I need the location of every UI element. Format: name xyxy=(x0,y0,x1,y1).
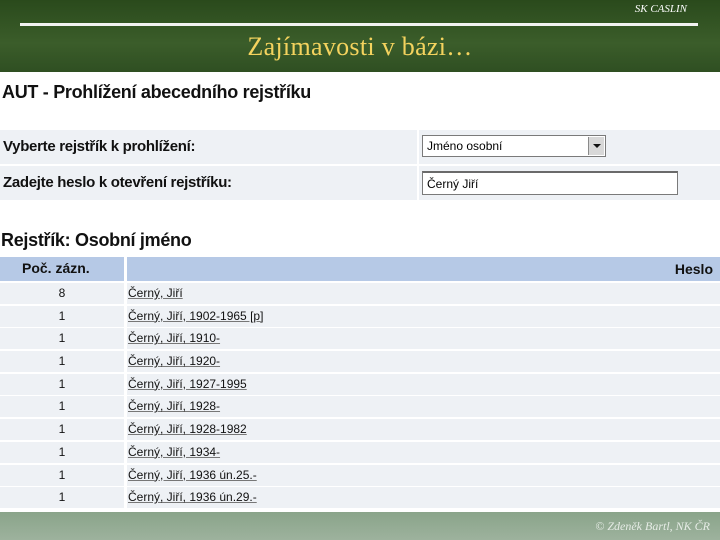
heading-link[interactable]: Černý, Jiří, 1910- xyxy=(128,331,220,345)
record-count: 8 xyxy=(58,286,66,300)
table-row: 1 Černý, Jiří, 1928- xyxy=(0,396,720,419)
table-row: 1 Černý, Jiří, 1910- xyxy=(0,328,720,351)
table-row: 1 Černý, Jiří, 1936 ún.25.- xyxy=(0,464,720,488)
heading-link[interactable]: Černý, Jiří, 1902-1965 [p] xyxy=(128,309,263,323)
page-title: AUT - Prohlížení abecedního rejstříku xyxy=(2,82,311,102)
heading-link[interactable]: Černý, Jiří xyxy=(128,286,183,300)
heading-link[interactable]: Černý, Jiří, 1927-1995 xyxy=(128,377,247,391)
term-input-row: Zadejte heslo k otevření rejstříku: Čern… xyxy=(0,166,720,200)
record-count: 1 xyxy=(58,308,66,323)
record-count: 1 xyxy=(58,444,66,459)
heading-link[interactable]: Černý, Jiří, 1934- xyxy=(128,445,220,459)
footer-copyright: © Zdeněk Bartl, NK ČR xyxy=(595,519,710,533)
table-row: 1 Černý, Jiří, 1928-1982 xyxy=(0,419,720,442)
org-label: SK CASLIN xyxy=(634,3,687,15)
index-select-value: Jméno osobní xyxy=(427,139,503,153)
table-row: 1 Černý, Jiří, 1936 ún.29.- xyxy=(0,487,720,510)
heading-link[interactable]: Černý, Jiří, 1920- xyxy=(128,354,220,368)
row-divider xyxy=(417,166,419,200)
results-title: Rejstřík: Osobní jméno xyxy=(1,230,192,250)
record-count: 1 xyxy=(58,399,66,414)
record-count: 1 xyxy=(58,422,66,437)
slide-footer: © Zdeněk Bartl, NK ČR xyxy=(0,512,720,540)
row-divider xyxy=(417,130,419,164)
record-count: 1 xyxy=(58,354,66,369)
slide-title: Zajímavosti v bázi… xyxy=(247,32,473,61)
heading-link[interactable]: Černý, Jiří, 1936 ún.29.- xyxy=(128,490,257,504)
table-row: 1 Černý, Jiří, 1920- xyxy=(0,351,720,374)
slide-header: SK CASLIN Zajímavosti v bázi… xyxy=(0,0,720,72)
record-count: 1 xyxy=(58,490,66,505)
term-input-label: Zadejte heslo k otevření rejstříku: xyxy=(3,174,232,191)
table-row: 1 Černý, Jiří, 1934- xyxy=(0,441,720,465)
record-count: 1 xyxy=(58,467,66,482)
table-row: 1 Černý, Jiří, 1927-1995 xyxy=(0,373,720,397)
table-row: 8 Černý, Jiří xyxy=(0,283,720,306)
table-row: 1 Černý, Jiří, 1902-1965 [p] xyxy=(0,305,720,329)
index-select-label: Vyberte rejstřík k prohlížení: xyxy=(3,138,196,155)
record-count: 1 xyxy=(58,331,66,346)
heading-link[interactable]: Černý, Jiří, 1928- xyxy=(128,399,220,413)
record-count: 1 xyxy=(58,376,66,391)
term-input[interactable]: Černý Jiří xyxy=(422,171,678,195)
heading-link[interactable]: Černý, Jiří, 1936 ún.25.- xyxy=(128,468,257,482)
results-table-header: Poč. zázn. Heslo xyxy=(0,257,720,281)
dropdown-arrow-icon[interactable] xyxy=(588,137,604,155)
column-header-count: Poč. zázn. xyxy=(0,257,124,281)
column-header-heading: Heslo xyxy=(127,257,720,281)
catalog-screen: AUT - Prohlížení abecedního rejstříku Vy… xyxy=(0,72,720,512)
header-rule xyxy=(20,23,698,26)
results-table-body: 8 Černý, Jiří 1 Černý, Jiří, 1902-1965 [… xyxy=(0,283,720,510)
index-select-row: Vyberte rejstřík k prohlížení: Jméno oso… xyxy=(0,130,720,164)
heading-link[interactable]: Černý, Jiří, 1928-1982 xyxy=(128,422,247,436)
index-select[interactable]: Jméno osobní xyxy=(422,135,606,157)
